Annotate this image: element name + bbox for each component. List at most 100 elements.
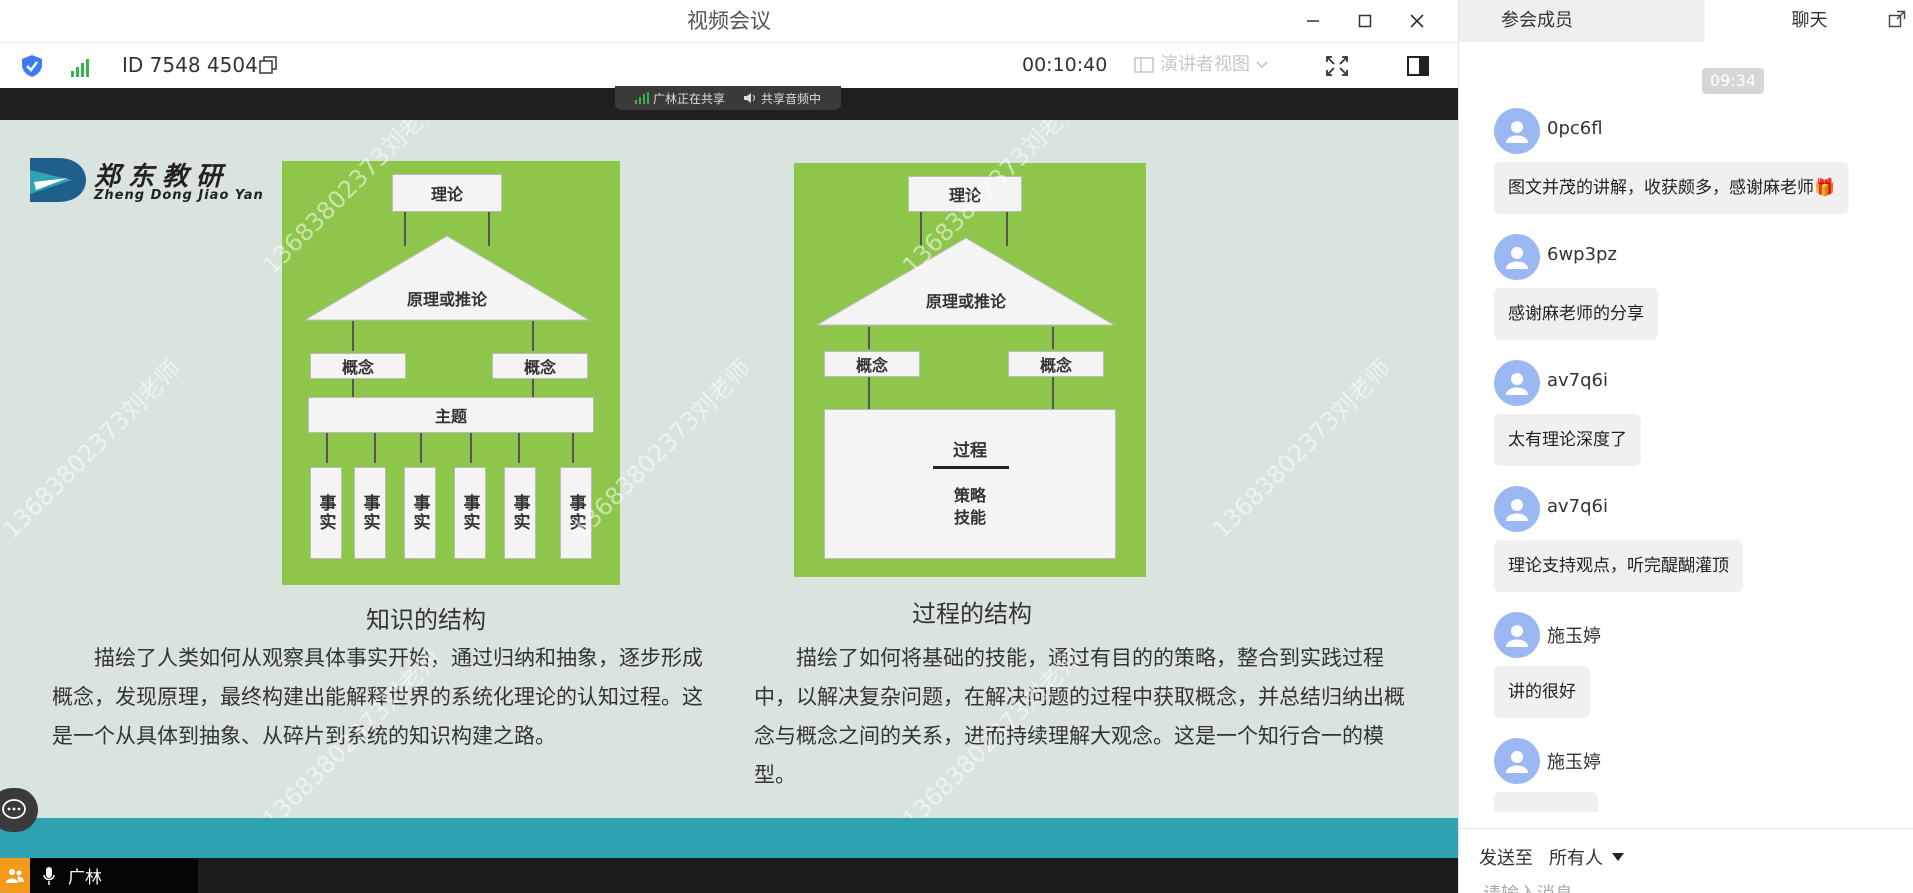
- security-shield-icon[interactable]: [20, 54, 44, 78]
- user-icon: [1506, 121, 1528, 143]
- meeting-timer: 00:10:40: [1022, 54, 1108, 76]
- fact-box: 事实: [404, 467, 436, 559]
- speaker-view-dropdown[interactable]: 演讲者视图: [1134, 43, 1268, 87]
- concept-box-left: 概念: [310, 353, 406, 379]
- theory-box: 理论: [908, 176, 1022, 212]
- fact-box: 事实: [310, 467, 342, 559]
- message-username: 施玉婷: [1547, 752, 1601, 773]
- connector: [1052, 377, 1054, 411]
- caret-down-icon: [1612, 853, 1624, 861]
- speaker-icon: [744, 93, 755, 103]
- connector: [868, 377, 870, 411]
- principle-triangle: [815, 237, 1116, 326]
- process-description: 描绘了如何将基础的技能，通过有目的的策略，整合到实践过程中，以解决复杂问题，在解…: [754, 646, 1405, 787]
- concept-box-right: 概念: [1008, 351, 1104, 377]
- speaker-view-label: 演讲者视图: [1160, 54, 1250, 75]
- concept-box-right: 概念: [492, 353, 588, 379]
- connector: [470, 433, 472, 463]
- zhengdong-logo: 郑东教研 Zheng Dong Jiao Yan: [28, 152, 268, 212]
- message-username: 施玉婷: [1547, 626, 1601, 647]
- chat-icon: [2, 799, 26, 819]
- avatar[interactable]: [1494, 486, 1540, 532]
- close-button[interactable]: [1400, 6, 1434, 36]
- send-to-dropdown[interactable]: 所有人: [1549, 844, 1625, 870]
- fullscreen-icon[interactable]: [1325, 55, 1349, 77]
- maximize-icon: [1358, 14, 1372, 28]
- layout-toggle-icon[interactable]: [1406, 55, 1430, 77]
- avatar[interactable]: [1494, 234, 1540, 280]
- message-bubble: 太有理论深度了: [1494, 414, 1641, 466]
- concept-box-left: 概念: [824, 351, 920, 377]
- message-username: av7q6i: [1547, 370, 1609, 391]
- message-bubble: 图文并茂的讲解，收获颇多，感谢麻老师🎁: [1494, 162, 1850, 214]
- watermark: 13683802373刘老师: [0, 354, 187, 545]
- avatar[interactable]: [1494, 360, 1540, 406]
- knowledge-description: 描绘了人类如何从观察具体事实开始，通过归纳和抽象，逐步形成概念，发现原理，最终构…: [52, 646, 703, 748]
- people-icon: [6, 868, 24, 883]
- message-username: 6wp3pz: [1547, 244, 1617, 265]
- minimize-button[interactable]: [1296, 6, 1330, 36]
- copy-icon[interactable]: [258, 55, 278, 75]
- close-icon: [1410, 14, 1424, 28]
- message-bubble: 理论支持观点，听完醍醐灌顶: [1494, 540, 1743, 592]
- signal-strength-icon[interactable]: [70, 57, 92, 77]
- knowledge-caption: 知识的结构: [366, 606, 486, 634]
- audio-sharing-label: 共享音频中: [761, 91, 822, 106]
- active-speaker-tag[interactable]: 广林: [0, 858, 198, 893]
- strategy-label: 策略: [953, 486, 986, 505]
- message-input[interactable]: 请输入消息: [1483, 880, 1573, 893]
- speaker-name: 广林: [68, 868, 102, 888]
- maximize-button[interactable]: [1348, 6, 1382, 36]
- connector: [532, 321, 534, 351]
- tab-members[interactable]: 参会成员: [1459, 0, 1705, 42]
- connector: [352, 379, 354, 397]
- sharing-label: 广林正在共享: [652, 91, 725, 106]
- connector: [352, 321, 354, 351]
- speaker-view-icon: [1134, 57, 1154, 73]
- fact-box: 事实: [504, 467, 536, 559]
- window-title: 视频会议: [687, 9, 771, 33]
- avatar[interactable]: [1494, 108, 1540, 154]
- user-avatar: [0, 858, 30, 893]
- user-icon: [1506, 625, 1528, 647]
- connector: [868, 327, 870, 349]
- process-caption: 过程的结构: [912, 600, 1032, 628]
- microphone-icon: [43, 866, 55, 885]
- user-icon: [1506, 373, 1528, 395]
- minimize-icon: [1307, 20, 1319, 22]
- watermark: 13683802373刘老师: [1207, 354, 1397, 545]
- chat-message-list[interactable]: 09:34 0pc6fl 图文并茂的讲解，收获颇多，感谢麻老师🎁 6wp3pz …: [1459, 60, 1913, 812]
- connector: [374, 433, 376, 463]
- principle-label: 原理或推论: [925, 292, 1006, 311]
- fact-box: 事实: [454, 467, 486, 559]
- meeting-toolbar: ID 7548 4504 00:10:40 演讲者视图: [0, 42, 1458, 88]
- shared-slide: 郑东教研 Zheng Dong Jiao Yan 理论 原理或推论 概念 概念 …: [0, 120, 1458, 818]
- title-bar: 视频会议: [0, 0, 1458, 42]
- signal-icon: [634, 92, 649, 104]
- sharing-status-pill: 广林正在共享 共享音频中: [615, 86, 841, 110]
- chevron-down-icon: [1256, 61, 1268, 69]
- avatar[interactable]: [1494, 738, 1540, 784]
- connector: [420, 433, 422, 463]
- composer-divider: [1459, 828, 1913, 829]
- message-bubble: [1494, 792, 1598, 812]
- tab-chat[interactable]: 聊天: [1705, 0, 1913, 42]
- fact-box: 事实: [354, 467, 386, 559]
- fact-box: 事实: [560, 467, 592, 559]
- process-box: 过程 策略 技能: [824, 409, 1116, 559]
- popout-icon[interactable]: [1888, 10, 1906, 28]
- logo-english: Zheng Dong Jiao Yan: [94, 188, 264, 203]
- connector: [1052, 327, 1054, 349]
- message-bubble: 感谢麻老师的分享: [1494, 288, 1658, 340]
- avatar[interactable]: [1494, 612, 1540, 658]
- connector: [572, 433, 574, 463]
- connector: [326, 433, 328, 463]
- theory-box: 理论: [392, 174, 502, 212]
- meeting-id: ID 7548 4504: [122, 53, 258, 77]
- send-to-label: 发送至: [1479, 848, 1533, 869]
- user-icon: [1506, 247, 1528, 269]
- panel-tabs: 参会成员 聊天: [1459, 0, 1913, 42]
- connector: [518, 433, 520, 463]
- process-label: 过程: [953, 441, 987, 461]
- app-root: 视频会议 ID 7548 4504 00:10:40 演讲者视图 广林正在共享 …: [0, 0, 1913, 893]
